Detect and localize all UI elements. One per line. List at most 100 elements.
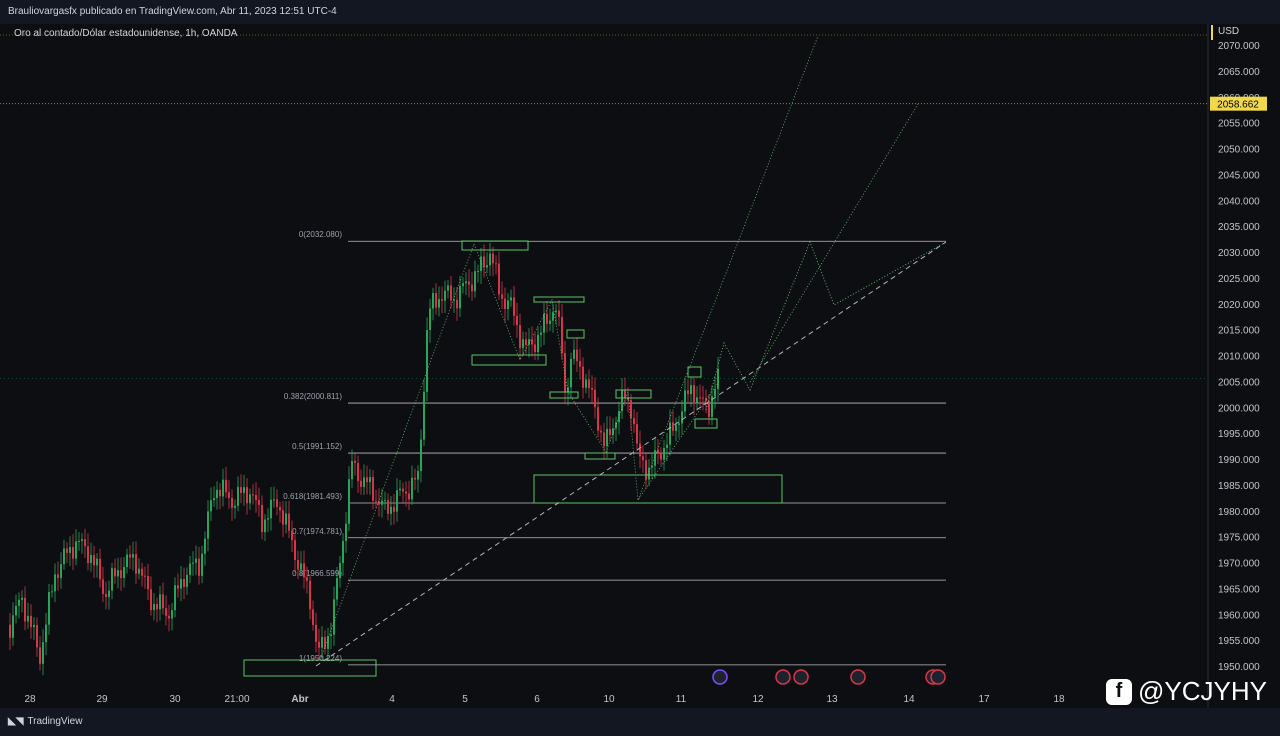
candle-body — [669, 422, 671, 445]
candle-body — [192, 562, 194, 564]
candle-body — [393, 506, 395, 512]
candle-body — [498, 263, 500, 295]
candle-body — [249, 494, 251, 504]
candle-body — [138, 568, 140, 574]
candle-body — [474, 271, 476, 292]
event-icon[interactable] — [775, 669, 791, 685]
fib-level-label: 0.7(1974.781) — [292, 527, 342, 536]
y-tick-label: 1980.000 — [1218, 507, 1260, 518]
candle-body — [243, 487, 245, 493]
candle-body — [351, 460, 353, 480]
candle-body — [309, 580, 311, 610]
candle-body — [321, 636, 323, 648]
candle-body — [285, 513, 287, 525]
candle-body — [558, 310, 560, 317]
candle-body — [174, 585, 176, 611]
event-icon[interactable] — [850, 669, 866, 685]
candle-body — [96, 558, 98, 566]
event-icon[interactable] — [930, 669, 946, 685]
candle-body — [297, 559, 299, 570]
candle-body — [171, 610, 173, 619]
tradingview-logo[interactable]: ◣◥ TradingView — [8, 716, 82, 727]
candle-body — [573, 349, 575, 359]
candle-body — [165, 608, 167, 616]
symbol-title: Oro al contado/Dólar estadounidense, 1h,… — [14, 28, 238, 39]
candle-body — [120, 570, 122, 579]
fib-level-label: 0.8(1966.599) — [292, 569, 342, 578]
candle-body — [162, 594, 164, 609]
event-icon[interactable] — [793, 669, 809, 685]
facebook-icon: f — [1106, 678, 1132, 705]
publisher-bar: Brauliovargasfx publicado en TradingView… — [0, 0, 1280, 24]
candle-body — [429, 308, 431, 330]
candle-body — [408, 493, 410, 500]
candle-body — [111, 568, 113, 591]
x-tick-label: 5 — [462, 694, 468, 705]
y-tick-label: 2050.000 — [1218, 145, 1260, 156]
candle-body — [405, 491, 407, 494]
candle-body — [609, 428, 611, 435]
candle-body — [114, 568, 116, 577]
candle-body — [159, 594, 161, 610]
candle-body — [312, 609, 314, 625]
fib-level-label: 1(1950.224) — [299, 654, 342, 663]
candle-body — [306, 577, 308, 581]
candle-body — [186, 574, 188, 587]
candle-body — [594, 389, 596, 408]
y-tick-label: 2055.000 — [1218, 119, 1260, 130]
candle-body — [666, 444, 668, 449]
x-tick-label: 11 — [676, 694, 687, 705]
x-tick-label: Abr — [291, 694, 308, 705]
candle-body — [24, 597, 26, 622]
candle-body — [57, 574, 59, 578]
candle-body — [414, 477, 416, 480]
event-icon[interactable] — [712, 669, 728, 685]
candle-body — [495, 263, 497, 265]
candle-body — [486, 265, 488, 268]
candle-body — [195, 558, 197, 563]
watermark-text: @YCJYHY — [1138, 676, 1267, 706]
candle-body — [348, 479, 350, 524]
candle-body — [384, 500, 386, 502]
candle-body — [54, 574, 56, 592]
candle-body — [552, 312, 554, 321]
fib-level-label: 0.382(2000.811) — [284, 392, 342, 401]
candle-body — [153, 604, 155, 611]
candle-body — [66, 548, 68, 553]
candle-body — [708, 401, 710, 417]
y-tick-label: 2065.000 — [1218, 67, 1260, 78]
candle-body — [483, 256, 485, 268]
candle-body — [591, 388, 593, 390]
candle-body — [396, 490, 398, 512]
y-tick-label: 2070.000 — [1218, 41, 1260, 52]
y-tick-label: 2005.000 — [1218, 377, 1260, 388]
fib-level-label: 0(2032.080) — [299, 230, 342, 239]
candle-body — [333, 599, 335, 635]
footer-bar — [0, 708, 1280, 736]
currency-label[interactable]: USD — [1218, 26, 1239, 37]
candle-body — [12, 615, 14, 638]
candle-body — [234, 505, 236, 508]
candle-body — [714, 389, 716, 397]
candle-body — [228, 492, 230, 498]
facebook-watermark: f @YCJYHY — [1106, 676, 1267, 707]
candle-body — [543, 313, 545, 333]
candle-body — [9, 624, 11, 638]
candle-body — [231, 497, 233, 508]
candle-body — [126, 554, 128, 568]
candle-body — [564, 353, 566, 393]
candle-body — [360, 480, 362, 487]
candle-body — [27, 615, 29, 622]
candle-body — [204, 538, 206, 554]
candle-body — [270, 499, 272, 519]
y-tick-label: 2035.000 — [1218, 222, 1260, 233]
candle-body — [444, 290, 446, 301]
candle-body — [81, 539, 83, 541]
candle-body — [219, 489, 221, 497]
candle-body — [180, 578, 182, 589]
candle-body — [363, 477, 365, 487]
candle-body — [336, 578, 338, 600]
candle-body — [189, 563, 191, 575]
tradingview-brand: TradingView — [27, 716, 83, 727]
price-chart[interactable]: 2070.0002065.0002060.0002055.0002050.000… — [0, 0, 1280, 736]
